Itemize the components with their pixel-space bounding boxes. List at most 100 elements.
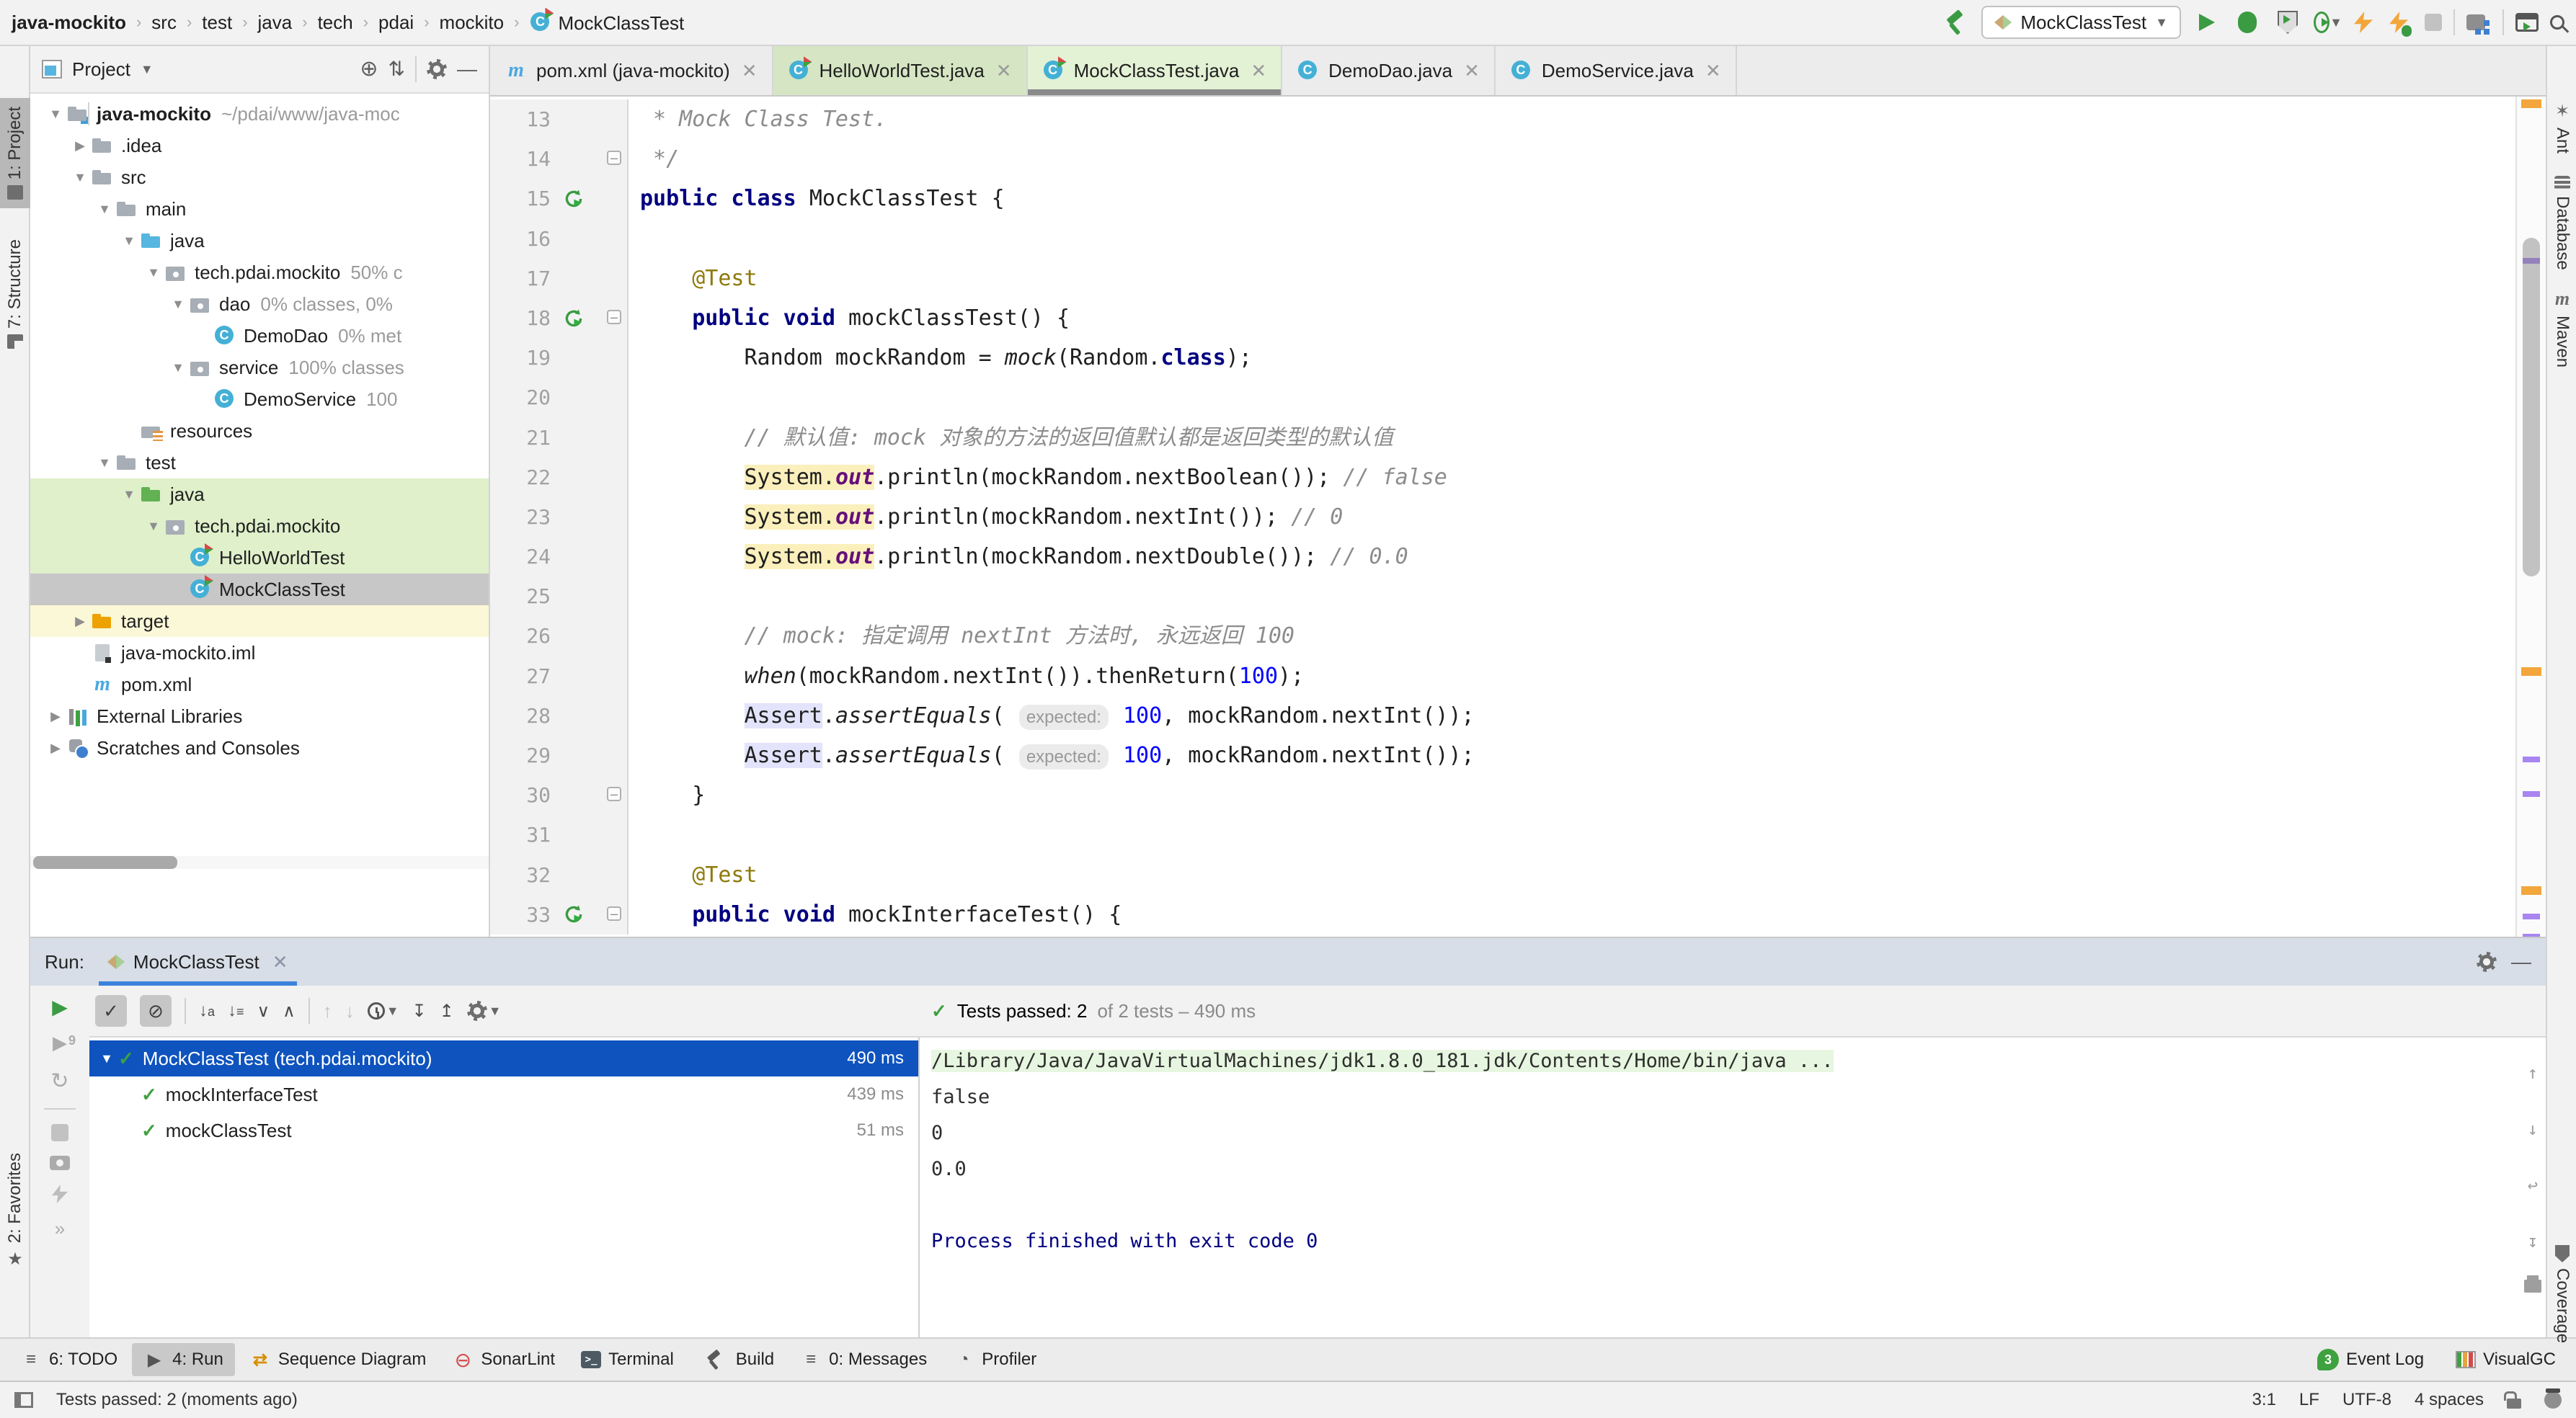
tool-window-button-visualgc[interactable]: VisualGC: [2444, 1344, 2567, 1375]
editor-gutter[interactable]: 26: [490, 616, 629, 656]
tree-item[interactable]: HelloWorldTest: [30, 542, 489, 574]
editor-tab[interactable]: pom.xml (java-mockito)✕: [490, 46, 773, 95]
highlighting-level-icon[interactable]: [2544, 1391, 2562, 1409]
next-failed-icon[interactable]: ↓: [345, 1000, 355, 1022]
breadcrumb-item[interactable]: src: [151, 12, 177, 34]
tree-expand-icon[interactable]: ▼: [69, 170, 91, 185]
code-line[interactable]: 18– public void mockClassTest() {: [490, 298, 2515, 338]
code-line[interactable]: 30– }: [490, 775, 2515, 815]
soft-wrap-icon[interactable]: ↩: [2528, 1167, 2538, 1203]
tool-window-button-sonarlint[interactable]: ⊖SonarLint: [440, 1343, 567, 1376]
tool-window-button-6-todo[interactable]: ≡6: TODO: [9, 1343, 129, 1376]
test-history-icon[interactable]: ▼: [368, 1002, 399, 1020]
tree-item[interactable]: ▼src: [30, 161, 489, 193]
code-line[interactable]: 32 @Test: [490, 855, 2515, 895]
tree-expand-icon[interactable]: ▼: [167, 360, 189, 375]
tool-window-button-build[interactable]: Build: [688, 1339, 786, 1380]
editor-gutter[interactable]: 27: [490, 656, 629, 696]
tool-strip-2-favorites[interactable]: 2: Favorites★: [0, 1153, 30, 1270]
fold-marker-icon[interactable]: –: [607, 310, 621, 324]
editor-gutter[interactable]: 22: [490, 458, 629, 497]
test-settings-icon[interactable]: ▼: [467, 1001, 502, 1021]
code-line[interactable]: 15public class MockClassTest {: [490, 179, 2515, 218]
run-anything-icon[interactable]: [2515, 13, 2539, 32]
code-line[interactable]: 22 System.out.println(mockRandom.nextBoo…: [490, 458, 2515, 497]
tree-item[interactable]: ▼java: [30, 478, 489, 510]
stop-button[interactable]: [2425, 14, 2442, 31]
tool-window-button-sequence-diagram[interactable]: ⇄Sequence Diagram: [238, 1343, 438, 1376]
editor-gutter[interactable]: 17: [490, 259, 629, 298]
close-icon[interactable]: ✕: [996, 60, 1012, 82]
tree-expand-icon[interactable]: ▼: [94, 455, 115, 471]
editor-tab[interactable]: DemoDao.java✕: [1282, 46, 1496, 95]
code-line[interactable]: 24 System.out.println(mockRandom.nextDou…: [490, 537, 2515, 576]
tree-item[interactable]: resources: [30, 415, 489, 447]
scroll-to-end-icon[interactable]: ↧: [2528, 1223, 2538, 1259]
code-line[interactable]: 21 // 默认值: mock 对象的方法的返回值默认都是返回类型的默认值: [490, 418, 2515, 458]
rerun-button[interactable]: ▶: [52, 997, 68, 1017]
editor-gutter[interactable]: 32: [490, 855, 629, 895]
previous-failed-icon[interactable]: ↑: [323, 1000, 332, 1022]
editor-error-stripe[interactable]: [2515, 97, 2546, 937]
tool-window-quick-access-icon[interactable]: [14, 1392, 33, 1408]
tree-expand-icon[interactable]: ▶: [45, 741, 66, 756]
code-line[interactable]: 19 Random mockRandom = mock(Random.class…: [490, 338, 2515, 378]
run-button[interactable]: [2193, 8, 2221, 37]
dump-threads-icon[interactable]: [50, 1156, 70, 1170]
run-configuration-select[interactable]: MockClassTest ▼: [1981, 6, 2181, 39]
show-passed-toggle[interactable]: ✓: [95, 995, 127, 1027]
code-line[interactable]: 17 @Test: [490, 259, 2515, 298]
code-line[interactable]: 28 Assert.assertEquals( expected: 100, m…: [490, 696, 2515, 736]
tool-window-button-profiler[interactable]: ◔Profiler: [941, 1343, 1048, 1376]
code-line[interactable]: 26 // mock: 指定调用 nextInt 方法时, 永远返回 100: [490, 616, 2515, 656]
gear-icon[interactable]: [2477, 952, 2497, 972]
attach-profiler-icon[interactable]: [52, 1185, 68, 1203]
indent-setting[interactable]: 4 spaces: [2415, 1390, 2484, 1410]
gear-icon[interactable]: [427, 59, 447, 79]
close-icon[interactable]: ✕: [742, 60, 758, 82]
tool-window-button-event-log[interactable]: 3Event Log: [2306, 1343, 2435, 1376]
breadcrumb-item[interactable]: test: [202, 12, 232, 34]
editor-gutter[interactable]: 19: [490, 338, 629, 378]
tree-expand-icon[interactable]: ▼: [94, 202, 115, 217]
tool-window-button-4-run[interactable]: ▶4: Run: [132, 1343, 235, 1376]
expand-all-icon[interactable]: ∨: [257, 1001, 270, 1022]
tree-expand-icon[interactable]: ▶: [69, 614, 91, 629]
breadcrumb-item[interactable]: java-mockito: [12, 12, 126, 34]
scroll-down-icon[interactable]: ↓: [2528, 1111, 2538, 1147]
editor-tab[interactable]: HelloWorldTest.java✕: [773, 46, 1028, 95]
code-line[interactable]: 23 System.out.println(mockRandom.nextInt…: [490, 497, 2515, 537]
tree-item[interactable]: ▶.idea: [30, 130, 489, 161]
tool-window-button-terminal[interactable]: >_Terminal: [569, 1344, 685, 1375]
file-encoding[interactable]: UTF-8: [2342, 1390, 2391, 1410]
editor-gutter[interactable]: 25: [490, 576, 629, 616]
collapse-all-icon[interactable]: ⇅: [388, 59, 405, 79]
debug-lightning-icon[interactable]: [2384, 8, 2413, 37]
editor-gutter[interactable]: 16: [490, 219, 629, 259]
tree-expand-icon[interactable]: ▼: [118, 487, 140, 502]
tree-item[interactable]: ▼main: [30, 193, 489, 225]
sort-alphabetically-icon[interactable]: ↓a: [199, 1001, 215, 1021]
tool-window-button-0-messages[interactable]: ≡0: Messages: [789, 1343, 938, 1376]
editor-gutter[interactable]: 28: [490, 696, 629, 736]
tree-item[interactable]: DemoService100: [30, 383, 489, 415]
breadcrumb-item[interactable]: java: [258, 12, 293, 34]
scroll-up-icon[interactable]: ↑: [2528, 1055, 2538, 1091]
tool-strip-ant[interactable]: ✶Ant: [2547, 101, 2576, 153]
editor-gutter[interactable]: 31: [490, 815, 629, 855]
code-line[interactable]: 13 * Mock Class Test.: [490, 99, 2515, 139]
breadcrumb-item[interactable]: mockito: [440, 12, 505, 34]
import-tests-icon[interactable]: ↧: [412, 1001, 427, 1022]
tree-expand-icon[interactable]: ▼: [143, 519, 164, 534]
stripe-warning-mark[interactable]: [2521, 886, 2541, 895]
line-separator[interactable]: LF: [2299, 1390, 2319, 1410]
run-test-gutter-icon[interactable]: [564, 189, 587, 209]
breadcrumb-item[interactable]: pdai: [378, 12, 414, 34]
run-test-gutter-icon[interactable]: [564, 308, 587, 329]
editor-tab[interactable]: DemoService.java✕: [1496, 46, 1737, 95]
stripe-warning-mark[interactable]: [2521, 667, 2541, 676]
tree-item[interactable]: ▼java: [30, 225, 489, 257]
editor-gutter[interactable]: 30–: [490, 775, 629, 815]
tree-expand-icon[interactable]: ▶: [69, 138, 91, 153]
tree-item[interactable]: MockClassTest: [30, 574, 489, 605]
